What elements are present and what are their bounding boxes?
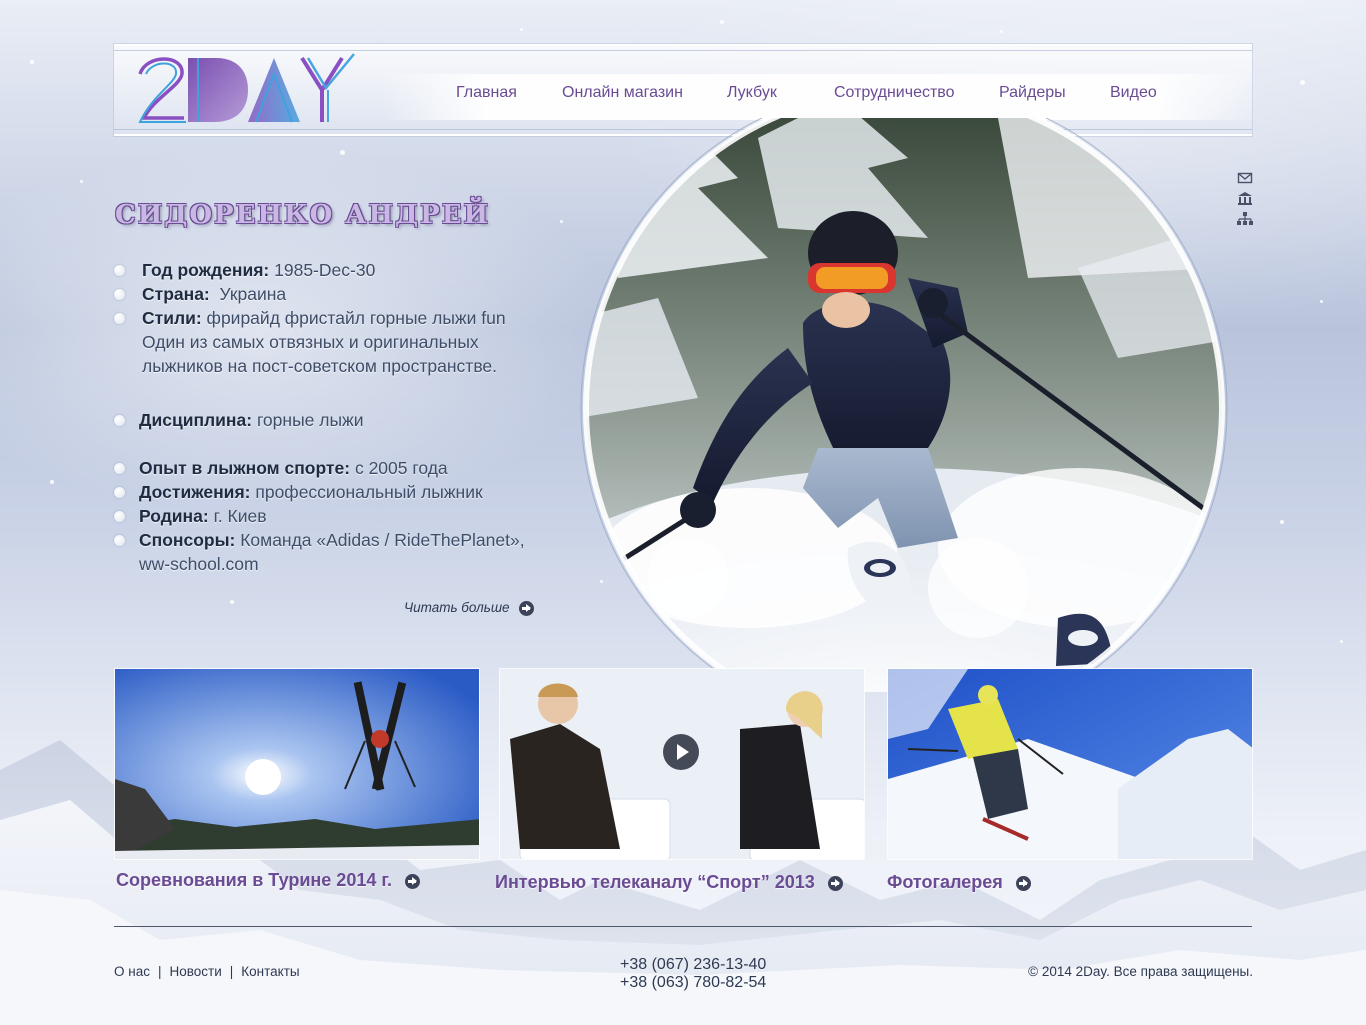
- media-thumb-gallery[interactable]: [887, 668, 1253, 860]
- achievements-value: профессиональный лыжник: [255, 482, 483, 502]
- bullet-icon: [114, 265, 125, 276]
- footer-divider: [114, 926, 1252, 927]
- media-thumb-interview[interactable]: [499, 668, 865, 860]
- bullet-icon: [114, 415, 125, 426]
- styles-label: Стили:: [142, 308, 202, 328]
- caption-text: Фотогалерея: [887, 872, 1003, 892]
- bullet-icon: [114, 511, 125, 522]
- sitemap-icon[interactable]: [1237, 212, 1253, 226]
- bullet-icon: [114, 487, 125, 498]
- gallery-photo: [888, 669, 1252, 859]
- experience-label: Опыт в лыжном спорте:: [139, 458, 351, 478]
- phone-number: +38 (063) 780-82-54: [620, 974, 767, 991]
- caption-text: Соревнования в Турине 2014 г.: [116, 870, 393, 890]
- nav-item-video[interactable]: Видео: [1110, 84, 1157, 102]
- achievements-label: Достижения:: [139, 482, 251, 502]
- nav-item-riders[interactable]: Райдеры: [999, 84, 1066, 102]
- main-nav: Главная Онлайн магазин Лукбук Сотрудниче…: [380, 74, 1260, 120]
- experience-value: с 2005 года: [354, 458, 448, 478]
- separator: |: [157, 964, 162, 979]
- footer-link-about[interactable]: О нас: [114, 964, 150, 979]
- phone-number: +38 (067) 236-13-40: [620, 956, 767, 973]
- homeland-value: г. Киев: [213, 506, 267, 526]
- competition-photo: [115, 669, 479, 859]
- bullet-icon: [114, 463, 125, 474]
- discipline-value: горные лыжи: [256, 410, 364, 430]
- nav-item-cooperation[interactable]: Сотрудничество: [834, 84, 955, 102]
- rider-photo: [580, 118, 1228, 692]
- media-thumb-competition[interactable]: [114, 668, 480, 860]
- bullet-icon: [114, 289, 125, 300]
- nav-item-lookbook[interactable]: Лукбук: [727, 84, 777, 102]
- footer-phones: +38 (067) 236-13-40 +38 (063) 780-82-54: [620, 956, 766, 992]
- separator: |: [229, 964, 234, 979]
- footer-links: О нас | Новости | Контакты: [114, 964, 300, 979]
- arrow-right-icon: [519, 600, 535, 616]
- country-label: Страна:: [142, 284, 210, 304]
- discipline-label: Дисциплина:: [139, 410, 253, 430]
- profile-name: СИДОРЕНКО АНДРЕЙ: [115, 200, 491, 230]
- copyright: © 2014 2Day. Все права защищены.: [1028, 964, 1253, 979]
- bio-description: Один из самых отвязных и оригинальных лы…: [142, 332, 498, 376]
- footer-link-news[interactable]: Новости: [169, 964, 221, 979]
- play-icon[interactable]: [663, 734, 699, 770]
- nav-item-home[interactable]: Главная: [456, 84, 517, 102]
- country-value: Украина: [219, 284, 287, 304]
- bullet-icon: [114, 535, 125, 546]
- header-divider: [114, 50, 1252, 51]
- home-icon[interactable]: [1237, 191, 1253, 205]
- arrow-right-icon: [405, 873, 421, 889]
- media-caption-gallery[interactable]: Фотогалерея: [887, 872, 1031, 893]
- bullet-icon: [114, 313, 125, 324]
- styles-value: фрирайд фристайл горные лыжи fun: [206, 308, 506, 328]
- read-more-link[interactable]: Читать больше: [404, 600, 535, 616]
- media-caption-competition[interactable]: Соревнования в Турине 2014 г.: [116, 870, 421, 891]
- caption-text: Интервью телеканалу “Спорт” 2013: [495, 872, 815, 892]
- homeland-label: Родина:: [139, 506, 209, 526]
- birth-value: 1985-Dec-30: [274, 260, 376, 280]
- footer-link-contacts[interactable]: Контакты: [241, 964, 299, 979]
- mail-icon[interactable]: [1237, 171, 1253, 185]
- read-more-label: Читать больше: [404, 600, 510, 615]
- media-caption-interview[interactable]: Интервью телеканалу “Спорт” 2013: [495, 872, 843, 893]
- arrow-right-icon: [1015, 875, 1031, 891]
- arrow-right-icon: [827, 875, 843, 891]
- birth-label: Год рождения:: [142, 260, 270, 280]
- nav-item-online-shop[interactable]: Онлайн магазин: [562, 84, 683, 102]
- logo[interactable]: [136, 52, 362, 128]
- sponsors-label: Спонсоры:: [139, 530, 236, 550]
